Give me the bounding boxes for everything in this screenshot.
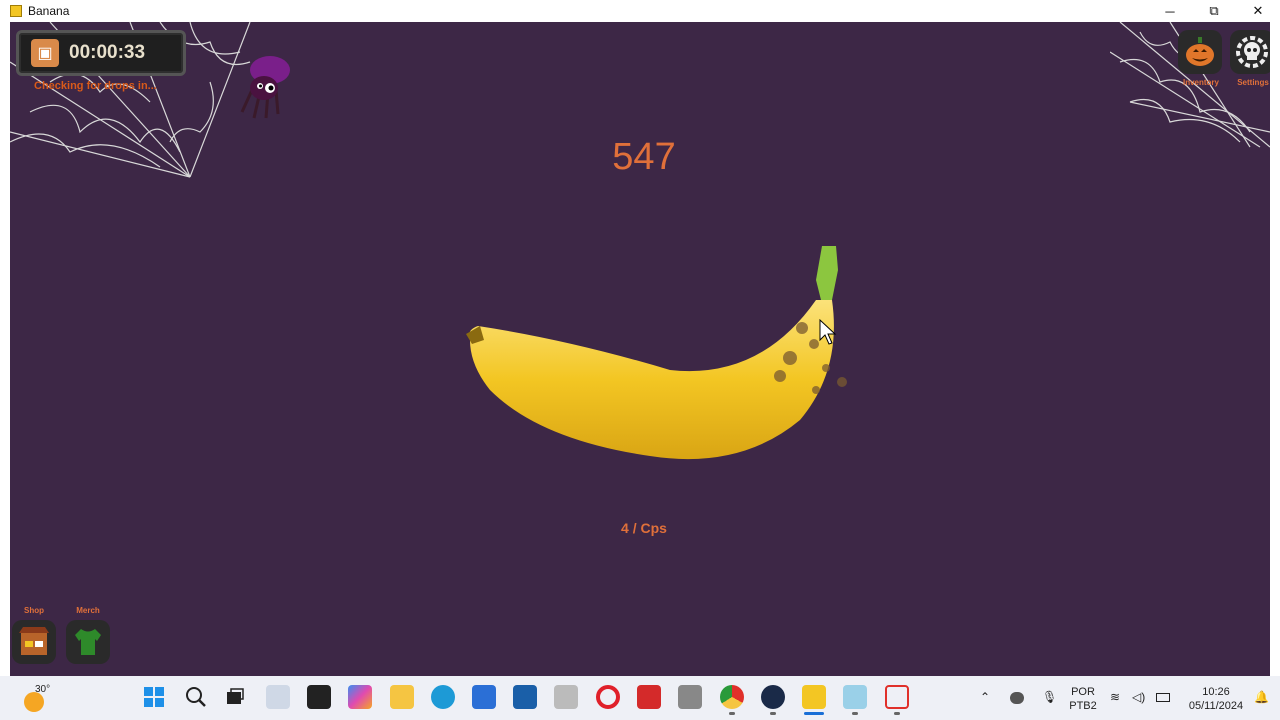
widgets-icon[interactable] — [266, 685, 290, 709]
language-code: POR — [1071, 686, 1095, 698]
banana-app-icon — [10, 5, 22, 17]
window-title: Banana — [28, 4, 70, 18]
timer-text: 00:00:33 — [69, 42, 146, 63]
inventory-label: Inventory — [1182, 78, 1219, 87]
skull-gear-icon — [1236, 36, 1268, 68]
shop-icon — [19, 627, 49, 655]
app-icon[interactable] — [307, 685, 331, 709]
language-indicator[interactable]: POR PTB2 — [1068, 685, 1098, 713]
clock[interactable]: 10:26 05/11/2024 — [1184, 685, 1248, 713]
cps-text: 4 / Cps — [621, 520, 667, 536]
spider-icon — [240, 56, 290, 119]
edge-icon[interactable] — [431, 685, 455, 709]
banana-clicker[interactable] — [450, 240, 870, 480]
clock-date: 05/11/2024 — [1188, 700, 1244, 712]
chrome-running-indicator — [729, 712, 735, 715]
steam-icon[interactable] — [761, 685, 785, 709]
volume-icon[interactable]: ◁) — [1132, 690, 1145, 704]
shop-label: Shop — [24, 606, 44, 615]
snipping-running-indicator — [894, 712, 900, 715]
window-border-right — [1270, 22, 1280, 676]
pumpkin-icon — [1186, 37, 1214, 66]
banana-active-indicator — [804, 712, 824, 715]
banana-stem — [816, 246, 838, 304]
clock-time: 10:26 — [1202, 686, 1230, 698]
snipping-tool-icon[interactable] — [885, 685, 909, 709]
settings-label: Settings — [1237, 78, 1269, 87]
app-icon[interactable] — [513, 685, 537, 709]
notification-bell-icon[interactable]: 🔔 — [1254, 690, 1269, 704]
shop-button[interactable] — [12, 620, 56, 664]
merch-button[interactable] — [66, 620, 110, 664]
minimize-button[interactable]: ─ — [1148, 0, 1192, 22]
file-explorer-icon[interactable] — [390, 685, 414, 709]
task-view-icon[interactable] — [222, 685, 246, 709]
copilot-icon[interactable] — [348, 685, 372, 709]
timer-panel: ▣ 00:00:33 — [16, 30, 186, 76]
battery-icon[interactable] — [1156, 693, 1170, 702]
app-icon[interactable] — [637, 685, 661, 709]
weather-temperature: 30° — [35, 684, 51, 695]
merch-label: Merch — [76, 606, 100, 615]
drops-status-text: Checking for drops in... — [34, 80, 157, 92]
app-icon[interactable] — [554, 685, 578, 709]
app-running-indicator — [852, 712, 858, 715]
onedrive-icon[interactable] — [1010, 692, 1024, 704]
banana-count: 547 — [612, 136, 676, 178]
calculator-icon[interactable] — [678, 685, 702, 709]
steam-running-indicator — [770, 712, 776, 715]
tshirt-icon — [75, 629, 101, 655]
store-icon[interactable] — [472, 685, 496, 709]
inventory-button[interactable] — [1178, 30, 1222, 74]
microphone-icon[interactable]: 🎙 — [1042, 690, 1057, 704]
wifi-icon[interactable]: ≋ — [1110, 690, 1120, 704]
window-border-left — [0, 22, 10, 676]
search-icon[interactable] — [184, 685, 208, 709]
settings-button[interactable] — [1230, 30, 1270, 74]
keyboard-layout: PTB2 — [1069, 700, 1097, 712]
title-bar[interactable]: Banana ─ ⧉ ✕ — [0, 0, 1280, 22]
drop-crate-icon: ▣ — [31, 39, 59, 67]
show-hidden-icons-chevron-icon[interactable]: ⌃ — [980, 690, 990, 704]
game-area: ▣ 00:00:33 Checking for drops in... Inve… — [10, 22, 1270, 676]
windows-start-icon[interactable] — [142, 685, 166, 709]
opera-icon[interactable] — [596, 685, 620, 709]
close-button[interactable]: ✕ — [1236, 0, 1280, 22]
chrome-icon[interactable] — [720, 685, 744, 709]
banana-icon[interactable] — [802, 685, 826, 709]
maximize-button[interactable]: ⧉ — [1192, 0, 1236, 22]
app-icon[interactable] — [843, 685, 867, 709]
